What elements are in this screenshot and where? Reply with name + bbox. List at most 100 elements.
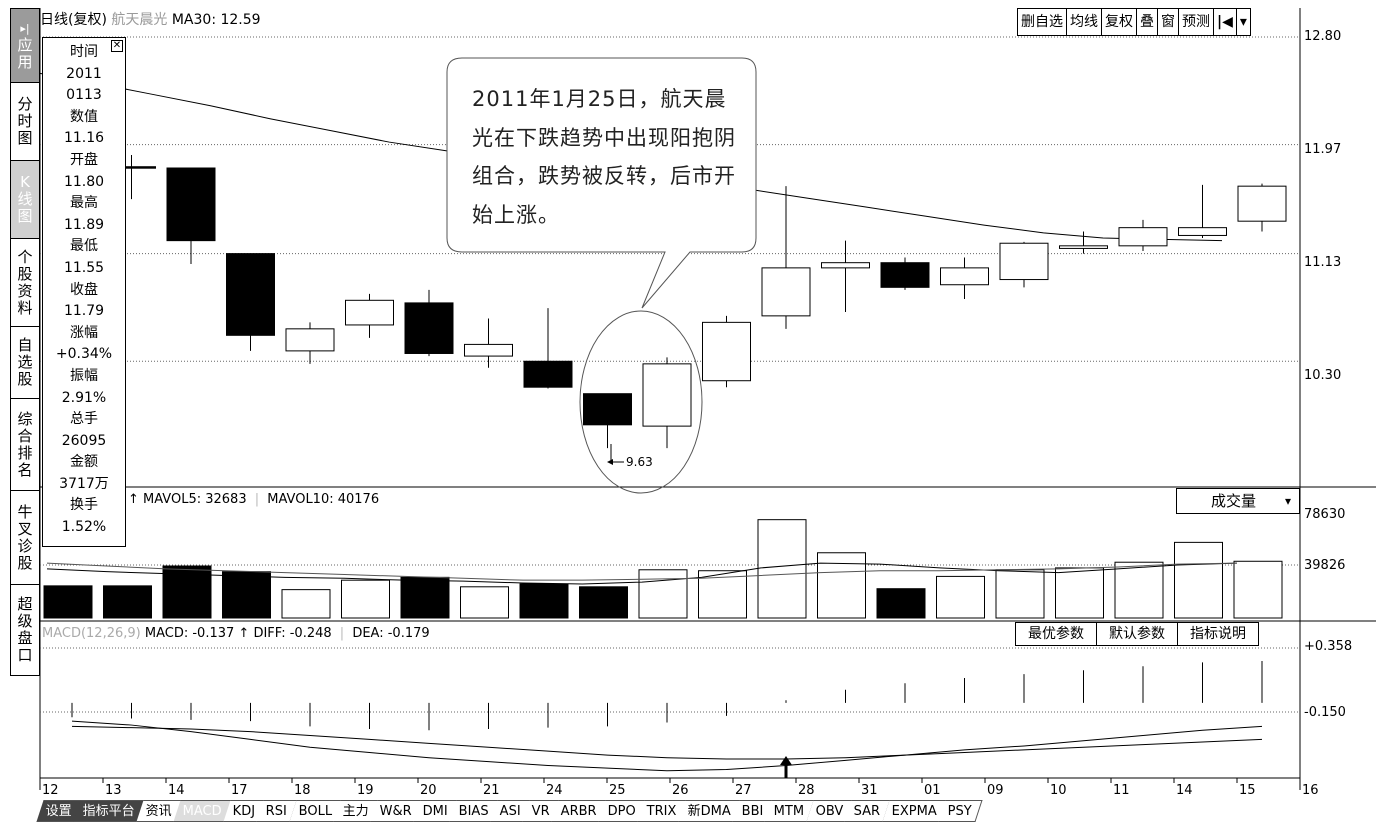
indicator-tab-label: MACD <box>182 804 222 819</box>
info-row: 11.16 <box>63 130 105 147</box>
info-row: 1.52% <box>61 519 107 536</box>
indicator-tab[interactable]: 新DMA <box>678 800 742 822</box>
info-row: 2011 <box>66 65 102 82</box>
volume-bar-up <box>460 586 509 619</box>
diff-line <box>71 720 1263 772</box>
chart-title-bar: 日线(复权) 航天晨光 MA30: 12.59 <box>40 8 261 32</box>
back-icon[interactable]: |◀ <box>1214 9 1237 35</box>
indicator-tab[interactable]: 指标平台 <box>73 800 146 822</box>
candle-down <box>583 393 632 426</box>
info-row: 2.91% <box>61 389 107 406</box>
nav-watchlist[interactable]: 自选股 <box>11 327 39 399</box>
candle-up <box>1059 245 1108 249</box>
x-tick-label: 24 <box>546 783 563 798</box>
mavol10-label: MAVOL10: 40176 <box>267 492 380 507</box>
volume-axis-label: 78630 <box>1304 507 1346 522</box>
volume-bar-up <box>995 569 1045 619</box>
diff-value: DIFF: -0.248 <box>253 626 332 641</box>
volume-bar-up <box>817 552 866 619</box>
nav-stock-info[interactable]: 个股资料 <box>11 239 39 327</box>
candle-up <box>940 267 989 286</box>
candle-up <box>821 262 870 269</box>
macd-arrow-head <box>780 756 792 765</box>
nav-level2[interactable]: 超级盘口 <box>11 585 39 675</box>
window-button[interactable]: 窗 <box>1158 9 1179 35</box>
info-row: 最高 <box>70 195 98 212</box>
candle-down <box>523 360 573 388</box>
indicator-tab-label: DPO <box>607 804 636 819</box>
volume-header: ↑ MAVOL5: 32683 | MAVOL10: 40176 <box>128 492 380 507</box>
nav-stock-info-label: 个股资料 <box>17 247 33 317</box>
info-row: 26095 <box>61 432 107 449</box>
x-tick-label: 14 <box>168 783 185 798</box>
indicator-tab-label: TRIX <box>646 804 677 819</box>
default-params-button[interactable]: 默认参数 <box>1097 623 1178 645</box>
info-row: 涨幅 <box>70 324 98 341</box>
indicator-tab-label: BOLL <box>298 804 332 819</box>
ma-button[interactable]: 均线 <box>1067 9 1102 35</box>
x-tick-label: 18 <box>294 783 311 798</box>
price-axis-label: 12.80 <box>1304 29 1342 44</box>
candle-up <box>999 242 1049 281</box>
macd-header: MACD(12,26,9) MACD: -0.137 ↑ DIFF: -0.24… <box>42 626 430 641</box>
volume-bar-up <box>281 589 331 619</box>
x-tick-label: 19 <box>357 783 374 798</box>
indicator-tab[interactable]: EXPMA <box>882 800 948 822</box>
candle-up <box>761 267 811 317</box>
top-toolbar: 删自选 均线 复权 叠 窗 预测 |◀ ▾ <box>1017 8 1251 36</box>
volume-bar-down <box>519 583 569 619</box>
x-tick-label: 10 <box>1050 783 1067 798</box>
info-row: 3717万 <box>59 475 109 492</box>
nav-app[interactable]: ▸| 应用 <box>11 9 39 83</box>
nav-ranking[interactable]: 综合排名 <box>11 399 39 491</box>
nav-diagnose[interactable]: 牛叉诊股 <box>11 491 39 585</box>
nav-kline[interactable]: K线图 <box>11 161 39 239</box>
indicator-help-button[interactable]: 指标说明 <box>1178 623 1258 645</box>
indicator-tabs: 设置 指标平台 资讯 MACD KDJ RSI BOLL 主力 W&R DMI BIAS ASI VR A… <box>36 800 983 824</box>
price-axis-label: 11.13 <box>1304 255 1342 270</box>
indicator-tab-label: 新DMA <box>687 804 731 819</box>
toolbar-dropdown-icon[interactable]: ▾ <box>1237 9 1250 35</box>
remove-favorite-button[interactable]: 删自选 <box>1018 9 1067 35</box>
nav-intraday-label: 分时图 <box>17 95 33 147</box>
candle-down <box>404 302 454 354</box>
forecast-button[interactable]: 预测 <box>1179 9 1214 35</box>
indicator-select[interactable]: 成交量 ▾ <box>1176 488 1300 514</box>
adjust-button[interactable]: 复权 <box>1102 9 1137 35</box>
x-tick-label: 27 <box>735 783 752 798</box>
volume-bar-up <box>757 519 807 619</box>
indicator-tab-label: ASI <box>499 804 521 819</box>
overlay-button[interactable]: 叠 <box>1137 9 1158 35</box>
x-tick-label: 26 <box>672 783 689 798</box>
indicator-tab-label: SAR <box>854 804 881 819</box>
indicator-tab-label: 指标平台 <box>82 804 135 819</box>
indicator-tab-label: RSI <box>266 804 288 819</box>
info-rows: 时间 2011 0113 数值 11.16 开盘 11.80 最高 11.89 最低 11.55 收盘… <box>43 38 125 539</box>
info-row: 振幅 <box>70 367 98 384</box>
volume-bar-up <box>341 579 390 619</box>
optimal-params-button[interactable]: 最优参数 <box>1016 623 1097 645</box>
nav-diagnose-label: 牛叉诊股 <box>17 502 33 572</box>
macd-value: MACD: -0.137 <box>144 626 235 641</box>
volume-bar-up <box>1174 541 1223 619</box>
nav-app-label: 应用 <box>17 36 33 71</box>
macd-bars <box>71 661 1263 772</box>
x-tick-label: 12 <box>42 783 59 798</box>
x-tick-label: 09 <box>987 783 1004 798</box>
mavol5-label: MAVOL5: 32683 <box>143 492 247 507</box>
nav-intraday[interactable]: 分时图 <box>11 83 39 161</box>
candle-down <box>880 262 930 288</box>
indicator-tab-label: DMI <box>422 804 448 819</box>
macd-button-group: 最优参数 默认参数 指标说明 <box>1015 622 1259 646</box>
up-arrow-icon: ↑ <box>128 492 144 507</box>
close-icon[interactable]: ✕ <box>111 40 123 52</box>
indicator-tab[interactable]: PSY <box>938 800 983 822</box>
volume-bar-down <box>43 585 93 619</box>
info-row: 总手 <box>70 411 98 428</box>
volume-bar-down <box>876 588 926 619</box>
indicator-tab-label: 设置 <box>45 804 72 819</box>
info-row: 数值 <box>70 108 98 125</box>
indicator-tab-label: VR <box>531 804 550 819</box>
volume-bar-down <box>103 585 152 619</box>
chevron-down-icon: ▾ <box>1284 494 1291 508</box>
